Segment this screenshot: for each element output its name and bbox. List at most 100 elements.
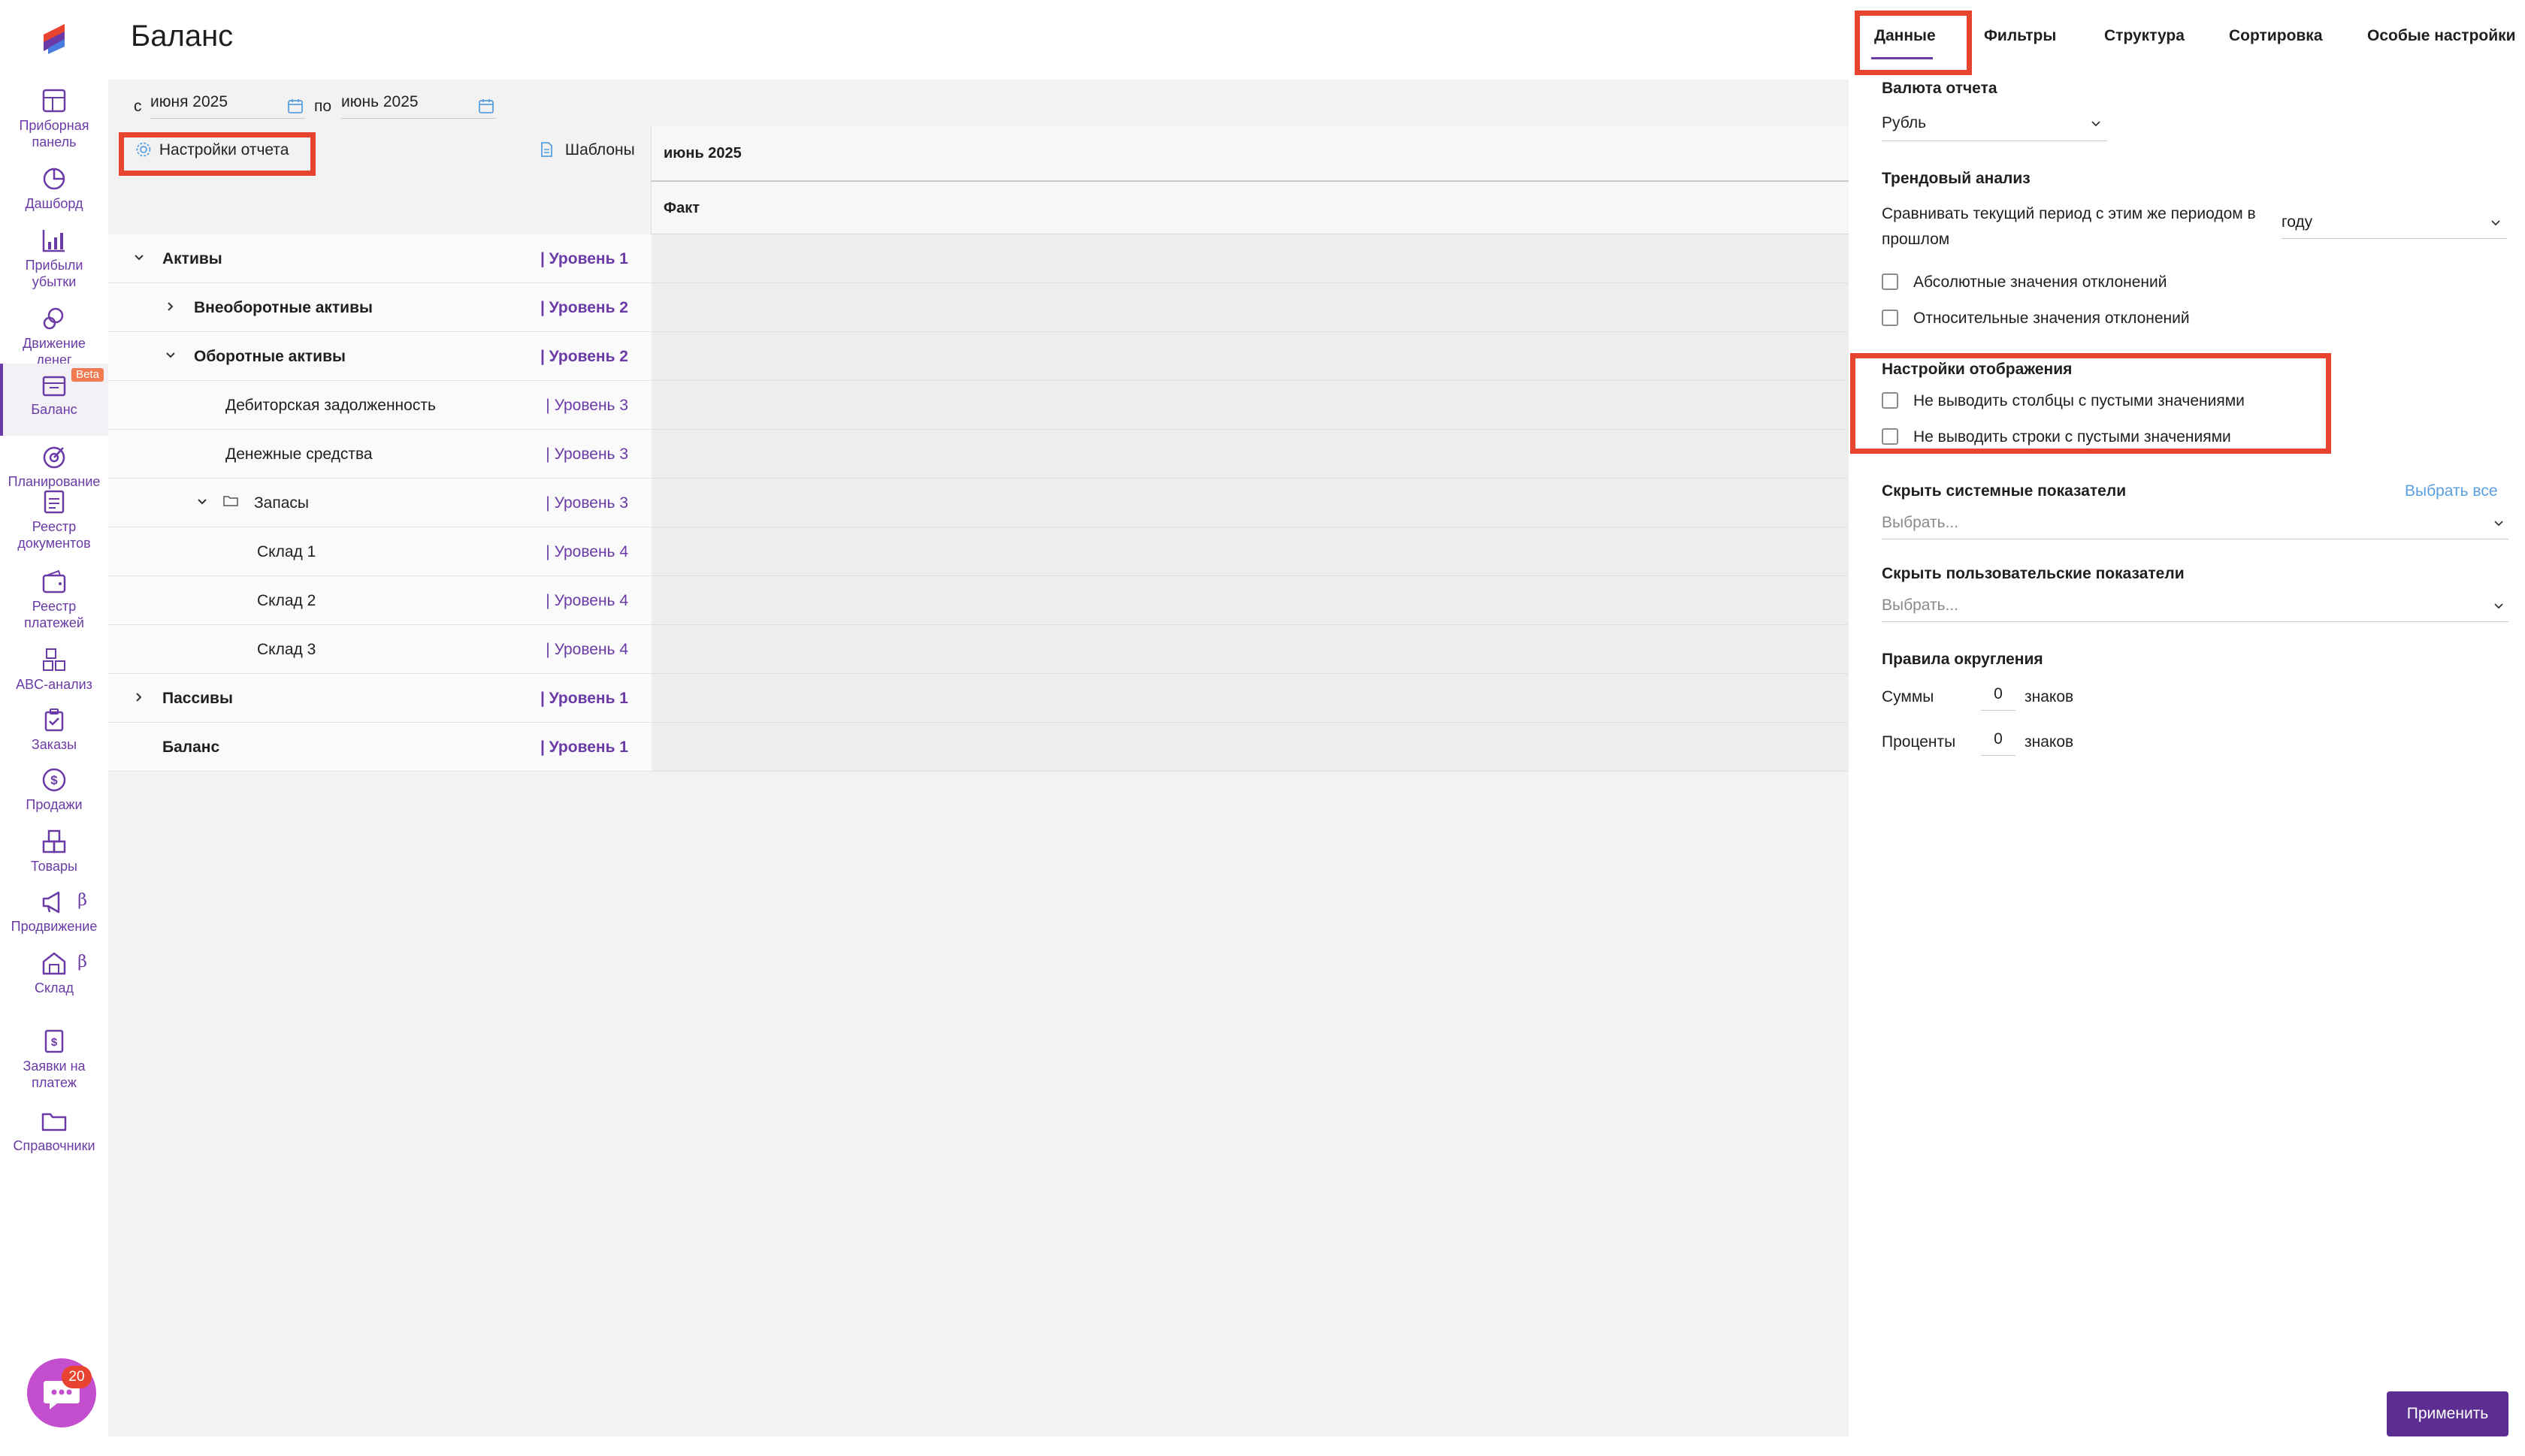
sums-signs-label: знаков xyxy=(2025,688,2074,705)
table-row[interactable]: Баланс | Уровень 1 xyxy=(108,723,652,772)
app-logo[interactable] xyxy=(38,20,71,56)
table-row[interactable]: Склад 1 | Уровень 4 xyxy=(108,527,652,576)
sidebar-item-cash-flow[interactable]: Движение денег xyxy=(0,307,108,368)
table-row[interactable]: Склад 3 | Уровень 4 xyxy=(108,625,652,674)
row-label: Запасы xyxy=(254,494,310,512)
sidebar-item-orders[interactable]: Заказы xyxy=(0,708,108,753)
sidebar-item-promotion[interactable]: β Продвижение xyxy=(0,890,108,935)
date-to-label: по xyxy=(314,98,332,115)
report-settings-button[interactable]: Настройки отчета xyxy=(135,141,289,159)
percents-signs-label: знаков xyxy=(2025,733,2074,751)
folder-icon xyxy=(41,1113,67,1131)
table-row[interactable]: Денежные средства | Уровень 3 xyxy=(108,430,652,479)
beta-symbol: β xyxy=(77,953,87,971)
row-level: | Уровень 1 xyxy=(540,250,628,267)
rel-deviation-checkbox[interactable] xyxy=(1882,310,1898,326)
pie-chart-icon xyxy=(43,168,65,190)
table-row[interactable]: Запасы | Уровень 3 xyxy=(108,479,652,527)
table-row[interactable]: Дебиторская задолженность | Уровень 3 xyxy=(108,381,652,430)
sidebar-item-abc[interactable]: ABC-анализ xyxy=(0,648,108,693)
date-to-field[interactable]: июнь 2025 xyxy=(341,89,496,119)
sidebar-item-balance[interactable]: Beta Баланс xyxy=(0,364,108,436)
row-label: Баланс xyxy=(162,739,220,756)
row-label: Склад 3 xyxy=(257,641,316,658)
data-cell xyxy=(652,625,1849,674)
sidebar-item-documents[interactable]: Реестр документов xyxy=(0,490,108,551)
row-level: | Уровень 2 xyxy=(540,348,628,365)
trend-label: Трендовый анализ xyxy=(1882,170,2031,187)
data-cell xyxy=(652,283,1849,332)
dashboard-panel-icon xyxy=(42,89,66,113)
orders-icon xyxy=(44,708,64,732)
sidebar-item-profit-loss[interactable]: Прибыли убытки xyxy=(0,228,108,290)
beta-symbol: β xyxy=(77,891,87,910)
trend-period-select[interactable]: году xyxy=(2282,207,2507,239)
hide-system-label: Скрыть системные показатели xyxy=(1882,482,2127,500)
trend-period-value: году xyxy=(2282,213,2313,231)
abs-deviation-checkbox[interactable] xyxy=(1882,273,1898,290)
sidebar-item-goods[interactable]: Товары xyxy=(0,829,108,875)
data-cell xyxy=(652,381,1849,430)
chevron-down-icon[interactable] xyxy=(194,494,210,510)
date-from-label: с xyxy=(134,98,142,115)
apply-button[interactable]: Применить xyxy=(2387,1391,2508,1436)
row-label: Оборотные активы xyxy=(194,348,346,365)
tab-data[interactable]: Данные xyxy=(1874,27,1936,45)
table-row[interactable]: Склад 2 | Уровень 4 xyxy=(108,576,652,625)
sums-label: Суммы xyxy=(1882,688,1934,705)
row-level: | Уровень 3 xyxy=(546,397,628,414)
sidebar-item-label: Баланс xyxy=(31,402,77,417)
date-from-field[interactable]: июня 2025 xyxy=(150,89,305,119)
megaphone-icon xyxy=(42,891,60,914)
hide-empty-rows-checkbox[interactable] xyxy=(1882,428,1898,445)
date-to-value: июнь 2025 xyxy=(341,93,419,110)
chevron-down-icon xyxy=(2491,220,2500,226)
percents-decimals-input[interactable]: 0 xyxy=(1981,726,2015,756)
sidebar-item-dashboard-panel[interactable]: Приборная панель xyxy=(0,89,108,150)
fact-column-header: Факт xyxy=(652,182,1849,234)
sidebar-item-label: Планирование xyxy=(8,474,101,489)
calendar-icon[interactable] xyxy=(287,98,304,114)
currency-select[interactable]: Рубль xyxy=(1882,110,2107,141)
hide-empty-rows-label: Не выводить строки с пустыми значениями xyxy=(1913,428,2231,446)
templates-label: Шаблоны xyxy=(564,141,635,159)
tab-sorting[interactable]: Сортировка xyxy=(2229,27,2323,45)
hide-system-select[interactable]: Выбрать... xyxy=(1882,508,2508,539)
table-row[interactable]: Пассивы | Уровень 1 xyxy=(108,674,652,723)
select-all-link[interactable]: Выбрать все xyxy=(2405,482,2498,500)
chevron-down-icon[interactable] xyxy=(162,347,179,364)
report-settings-label: Настройки отчета xyxy=(159,141,289,159)
chevron-right-icon[interactable] xyxy=(131,689,147,705)
tab-special-settings[interactable]: Особые настройки xyxy=(2367,27,2516,45)
tab-structure[interactable]: Структура xyxy=(2104,27,2185,45)
sidebar-item-planning[interactable]: Планирование xyxy=(0,445,108,490)
tab-filters[interactable]: Фильтры xyxy=(1984,27,2056,45)
table-row[interactable]: Оборотные активы | Уровень 2 xyxy=(108,332,652,381)
sums-decimals-input[interactable]: 0 xyxy=(1981,681,2015,711)
chevron-right-icon[interactable] xyxy=(162,298,179,315)
sidebar-item-label: Дашборд xyxy=(25,196,83,211)
hide-user-select[interactable]: Выбрать... xyxy=(1882,591,2508,622)
row-label: Денежные средства xyxy=(225,446,373,463)
sidebar-item-label: Продажи xyxy=(26,797,83,812)
hide-empty-columns-checkbox[interactable] xyxy=(1882,392,1898,409)
sidebar-item-sales[interactable]: $ Продажи xyxy=(0,768,108,813)
bar-chart-icon xyxy=(42,230,65,252)
sidebar-item-label: Заказы xyxy=(31,737,77,752)
row-label: Склад 1 xyxy=(257,543,316,560)
data-cell xyxy=(652,576,1849,625)
sidebar-item-directories[interactable]: Справочники xyxy=(0,1109,108,1154)
sidebar-item-label: Приборная панель xyxy=(19,118,89,150)
sidebar-item-warehouse[interactable]: β Склад xyxy=(0,951,108,996)
sidebar-item-payments[interactable]: Реестр платежей xyxy=(0,569,108,631)
sidebar-item-payment-requests[interactable]: $ Заявки на платеж xyxy=(0,1029,108,1091)
dollar-icon: $ xyxy=(42,768,66,792)
table-row[interactable]: Активы | Уровень 1 xyxy=(108,234,652,283)
templates-button[interactable]: Шаблоны xyxy=(538,141,635,159)
row-level: | Уровень 1 xyxy=(540,739,628,756)
calendar-icon[interactable] xyxy=(478,98,494,114)
chevron-down-icon[interactable] xyxy=(131,249,147,266)
sidebar-item-dashboard[interactable]: Дашборд xyxy=(0,167,108,212)
table-row[interactable]: Внеоборотные активы | Уровень 2 xyxy=(108,283,652,332)
hide-empty-columns-label: Не выводить столбцы с пустыми значениями xyxy=(1913,392,2245,409)
